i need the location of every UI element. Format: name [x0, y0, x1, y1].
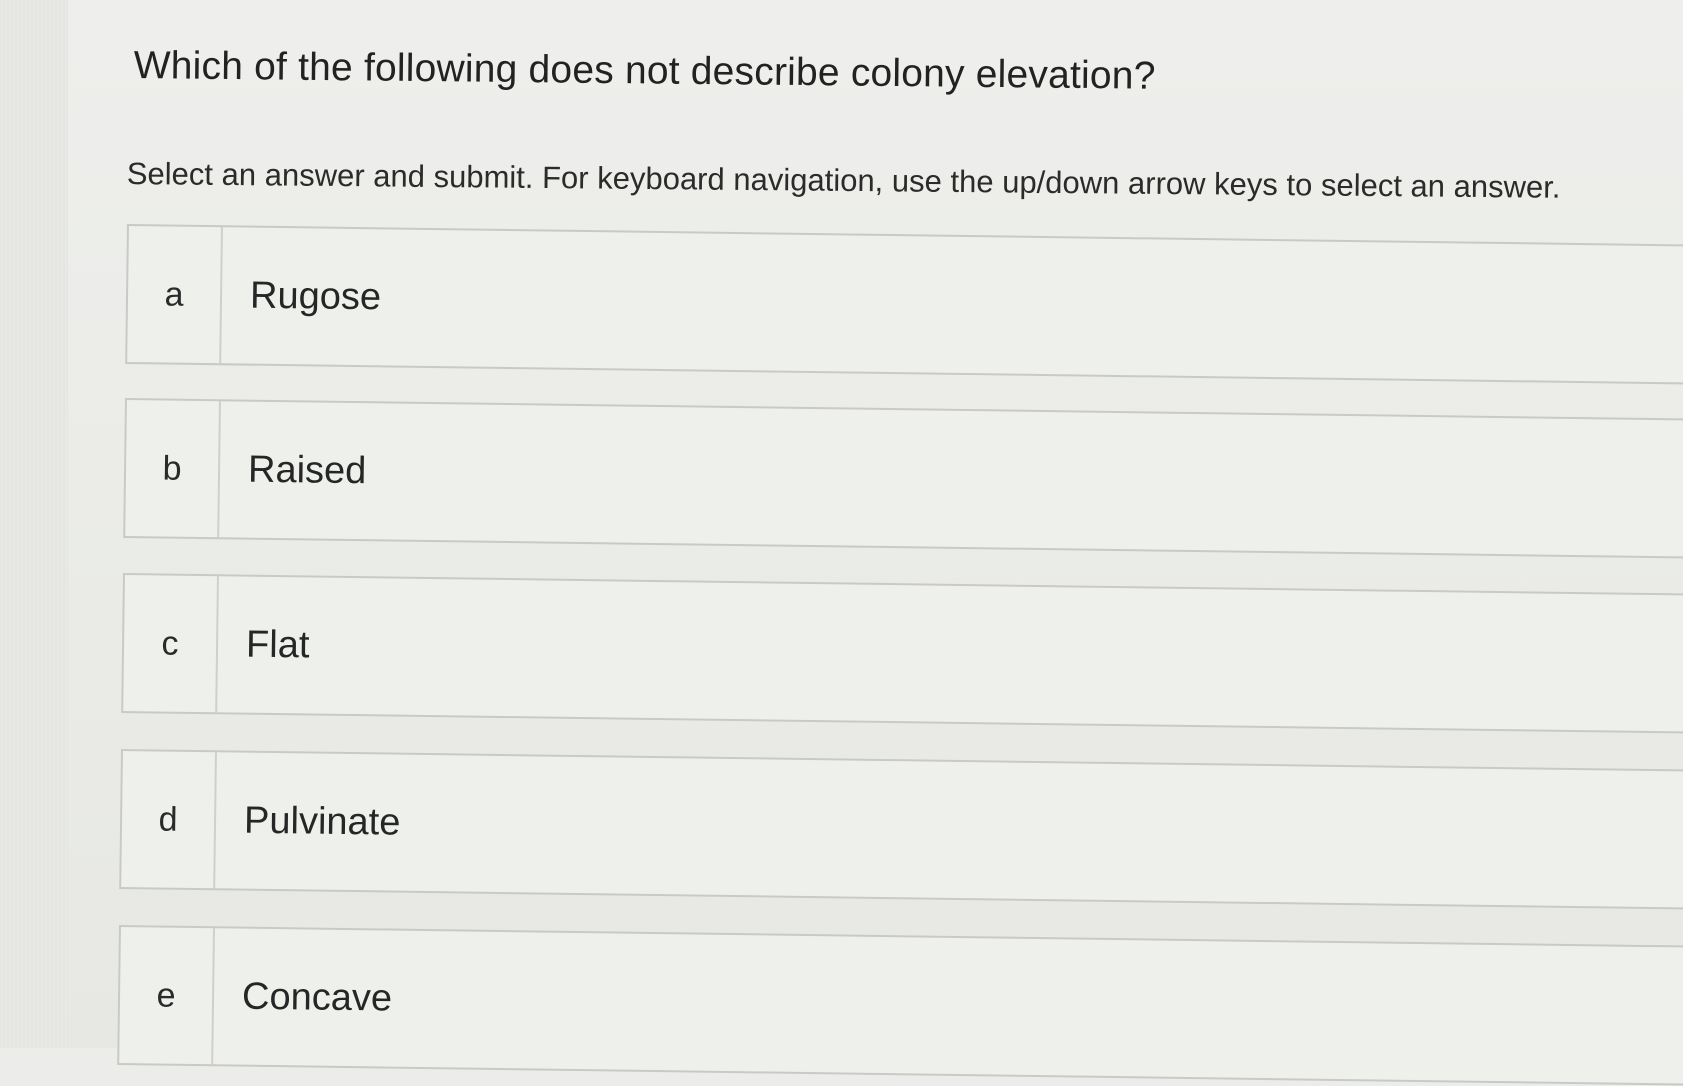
option-letter: b — [125, 400, 221, 538]
answer-option-e[interactable]: e Concave — [117, 925, 1683, 1086]
option-text: Flat — [245, 623, 310, 666]
answer-option-a[interactable]: a Rugose — [125, 224, 1683, 386]
option-letter: a — [127, 226, 223, 364]
option-text: Raised — [247, 448, 367, 492]
answer-option-b[interactable]: b Raised — [123, 398, 1683, 560]
option-text: Pulvinate — [243, 799, 401, 844]
option-text: Rugose — [249, 274, 382, 318]
answer-options-list: a Rugose b Raised c Flat d Pulvinate e C… — [0, 0, 1683, 1086]
option-letter: d — [121, 751, 217, 889]
option-letter: e — [119, 927, 215, 1065]
option-text: Concave — [241, 975, 393, 1020]
option-letter: c — [123, 575, 219, 713]
answer-option-c[interactable]: c Flat — [121, 573, 1683, 735]
answer-option-d[interactable]: d Pulvinate — [119, 749, 1683, 911]
